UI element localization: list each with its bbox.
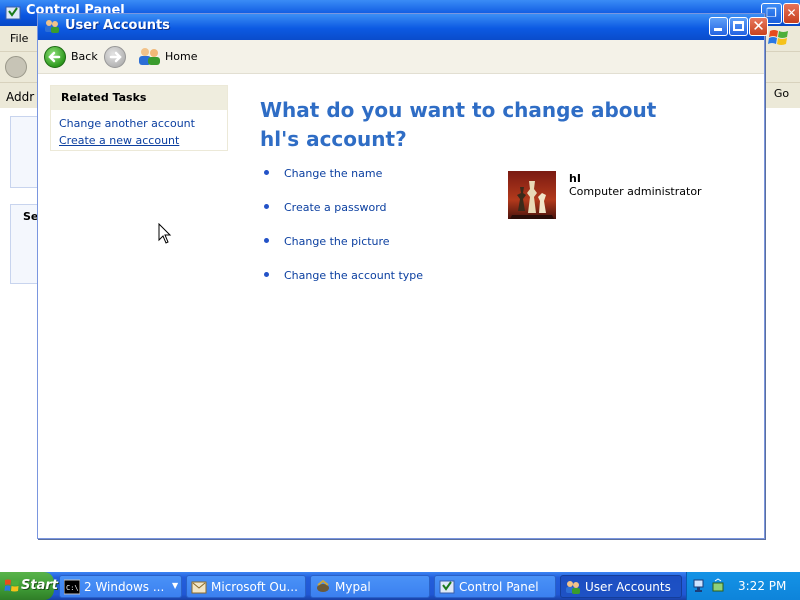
forward-button[interactable]: [104, 46, 126, 68]
minimize-icon: [714, 28, 722, 31]
address-label: Addr: [6, 90, 35, 104]
taskbar-button-label: Microsoft Ou...: [211, 580, 298, 594]
taskbar-button-control-panel[interactable]: Control Panel: [434, 575, 556, 598]
bullet-icon: [264, 170, 269, 175]
user-accounts-window: User Accounts ✕ Back Home Related Tasks …: [37, 13, 768, 539]
home-label: Home: [165, 50, 198, 63]
taskbar-button-windows-group[interactable]: C:\ 2 Windows ... ▼: [59, 575, 182, 598]
maximize-button[interactable]: [729, 17, 748, 36]
mypal-icon: [317, 579, 329, 592]
option-label: Create a password: [284, 201, 387, 214]
windows-logo-icon: [4, 579, 19, 592]
option-label: Change the account type: [284, 269, 424, 282]
related-tasks-header: Related Tasks: [51, 86, 227, 110]
page-heading: What do you want to change about hl's ac…: [260, 98, 657, 151]
system-tray: 3:22 PM: [686, 572, 800, 600]
bullet-icon: [264, 238, 269, 243]
option-label: Change the name: [284, 167, 383, 180]
command-prompt-icon: C:\: [64, 579, 80, 595]
back-label: Back: [71, 50, 98, 63]
maximize-icon: [733, 21, 744, 31]
bullet-icon: [264, 272, 269, 277]
clock: 3:22 PM: [738, 579, 787, 593]
menu-file[interactable]: File: [10, 32, 28, 45]
taskbar-button-outlook[interactable]: Microsoft Ou...: [186, 575, 306, 598]
start-button[interactable]: Start: [0, 572, 58, 600]
windows-logo-icon: [768, 30, 788, 45]
related-tasks-panel: Related Tasks Change another account Cre…: [50, 85, 228, 151]
control-panel-icon: [5, 6, 21, 20]
taskbar-button-user-accounts[interactable]: User Accounts: [560, 575, 682, 598]
minimize-button[interactable]: [709, 17, 728, 36]
account-picture: [508, 171, 556, 219]
home-button[interactable]: Home: [138, 45, 198, 69]
control-panel-icon: [439, 580, 455, 594]
back-arrow-icon: [44, 46, 66, 68]
network-icon[interactable]: [693, 578, 707, 594]
taskbar-button-label: Control Panel: [459, 580, 539, 594]
user-accounts-icon: [566, 581, 580, 594]
taskbar-button-label: 2 Windows ...: [84, 580, 165, 594]
close-button[interactable]: ✕: [749, 17, 768, 36]
account-role: Computer administrator: [569, 185, 702, 198]
chevron-down-icon: ▼: [172, 581, 179, 590]
back-button[interactable]: Back: [42, 44, 100, 70]
user-accounts-home-icon: [139, 48, 160, 65]
start-label: Start: [21, 578, 58, 593]
taskbar-button-mypal[interactable]: Mypal: [310, 575, 430, 598]
close-button[interactable]: ✕: [783, 3, 800, 24]
window-title: User Accounts: [65, 18, 170, 33]
taskbar-button-label: User Accounts: [585, 580, 671, 594]
navigation-bar: Back Home: [38, 40, 764, 74]
user-accounts-icon: [45, 20, 59, 33]
taskbar: Start C:\ 2 Windows ... ▼ Microsoft Ou..…: [0, 572, 800, 600]
bullet-icon: [264, 204, 269, 209]
control-panel-side-box: [10, 116, 40, 188]
mouse-pointer-icon: [158, 223, 172, 244]
back-arrow-icon[interactable]: [5, 56, 27, 78]
taskbar-button-label: Mypal: [335, 580, 371, 594]
change-another-account-link[interactable]: Change another account: [59, 117, 195, 130]
safely-remove-hardware-icon[interactable]: [711, 578, 725, 594]
user-accounts-titlebar[interactable]: User Accounts ✕: [38, 14, 768, 40]
account-name: hI: [569, 172, 581, 185]
close-icon: ✕: [752, 17, 765, 35]
forward-arrow-icon: [104, 46, 126, 68]
create-new-account-link[interactable]: Create a new account: [59, 134, 179, 147]
go-button[interactable]: Go: [765, 85, 797, 105]
outlook-icon: [191, 581, 207, 594]
svg-text:C:\: C:\: [66, 584, 79, 592]
related-tasks-title: Related Tasks: [61, 91, 147, 104]
option-label: Change the picture: [284, 235, 390, 248]
